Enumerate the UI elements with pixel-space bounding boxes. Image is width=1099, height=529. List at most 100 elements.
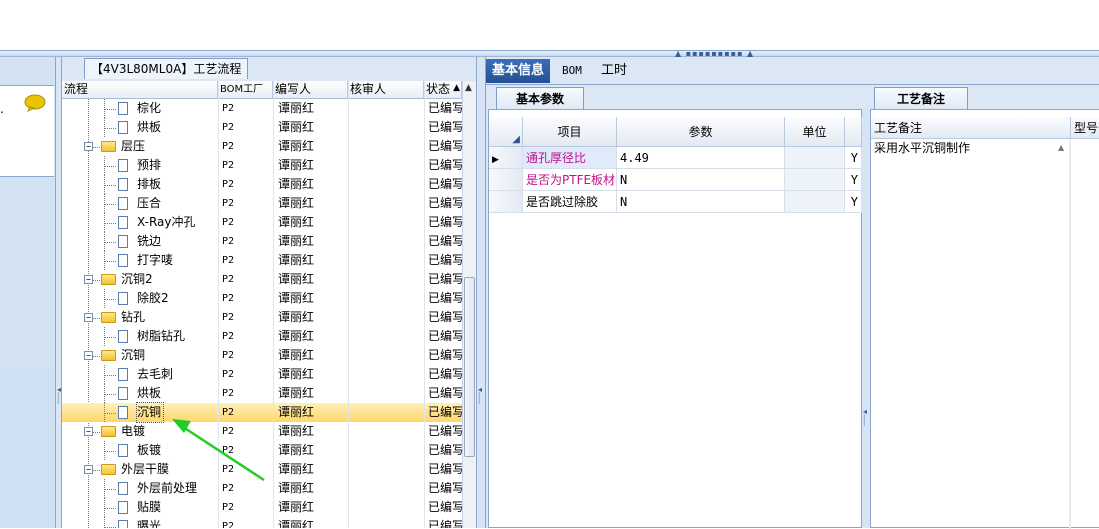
params-unit-cell[interactable] [785,169,845,191]
tree-column-0[interactable]: 流程 [62,81,218,98]
expand-icon[interactable]: − [84,275,93,284]
scroll-thumb[interactable] [464,277,475,457]
tree-row[interactable]: 烘板 P2 谭丽红 已编写 [62,118,462,137]
tab-basic-params[interactable]: 基本参数 [496,87,584,109]
tree-node-label[interactable]: 棕化 [137,99,217,118]
params-flag-cell[interactable]: Y [845,147,862,169]
tree-node-label[interactable]: 烘板 [137,384,217,403]
expand-icon[interactable]: − [84,142,93,151]
tab-bom[interactable]: BOM [556,59,588,83]
row-header[interactable] [489,169,523,191]
splitter-grip-icon[interactable]: ◂ ⁝ ⁝ [57,386,61,406]
tab-work-hours[interactable]: 工时 [595,59,633,83]
tree-node-label[interactable]: 板镀 [137,441,217,460]
bom-cell: P2 [222,122,235,133]
tab-basic-info[interactable]: 基本信息 [486,59,551,83]
tree-row[interactable]: − 外层干膜 P2 谭丽红 已编写 [62,460,462,479]
expand-icon[interactable]: − [84,351,93,360]
tree-row[interactable]: 铣边 P2 谭丽红 已编写 [62,232,462,251]
tree-node-label[interactable]: X-Ray冲孔 [137,213,217,232]
tree-row[interactable]: 板镀 P2 谭丽红 已编写 [62,441,462,460]
tree-row[interactable]: − 电镀 P2 谭丽红 已编写 [62,422,462,441]
tree-row[interactable]: 沉铜 P2 谭丽红 已编写 [62,402,462,423]
middle-vertical-splitter[interactable]: ◂ ⁝ ⁝ [476,57,486,528]
params-item-cell[interactable]: 通孔厚径比 [523,147,617,169]
expand-icon[interactable]: − [84,313,93,322]
params-item-cell[interactable]: 是否为PTFE板材 [523,169,617,191]
params-flag-cell[interactable]: Y [845,169,862,191]
tree-row[interactable]: 烘板 P2 谭丽红 已编写 [62,384,462,403]
expand-icon[interactable]: − [84,465,93,474]
params-header-0[interactable]: 项目 [523,117,617,147]
left-edge-mark: . [0,102,4,116]
tab-process-remarks[interactable]: 工艺备注 [874,87,968,109]
grid-corner[interactable]: ◢ [489,117,523,147]
tree-scrollbar[interactable]: ▲ [462,81,476,528]
reviewer-cell [352,441,404,460]
params-value-cell[interactable]: 4.49 [617,147,785,169]
tree-column-2[interactable]: 编写人 [273,81,348,98]
tree-row[interactable]: − 沉铜2 P2 谭丽红 已编写 [62,270,462,289]
tree-node-label[interactable]: 烘板 [137,118,217,137]
tree-row[interactable]: − 钻孔 P2 谭丽红 已编写 [62,308,462,327]
writer-cell: 谭丽红 [278,234,315,248]
params-header-1[interactable]: 参数 [617,117,785,147]
tree-title-tab[interactable]: 【4V3L80ML0A】工艺流程 [84,58,249,79]
tree-node-label[interactable]: 树脂钻孔 [137,327,217,346]
tree-node-label[interactable]: 除胶2 [137,289,217,308]
tree-node-label[interactable]: 沉铜 [135,402,165,423]
tree-node-label[interactable]: 曝光 [137,517,217,528]
tree-row[interactable]: 排板 P2 谭丽红 已编写 [62,175,462,194]
tree-row[interactable]: 压合 P2 谭丽红 已编写 [62,194,462,213]
tree-node-label[interactable]: 打字唛 [137,251,217,270]
tree-node-label[interactable]: 预排 [137,156,217,175]
tree-row[interactable]: − 沉铜 P2 谭丽红 已编写 [62,346,462,365]
tree-node-label[interactable]: 铣边 [137,232,217,251]
tree-node-label[interactable]: 去毛刺 [137,365,217,384]
tree-node-label[interactable]: 电镀 [121,422,217,441]
tree-row[interactable]: 除胶2 P2 谭丽红 已编写 [62,289,462,308]
sort-arrow-icon[interactable]: ▲ [453,83,460,93]
params-value-cell[interactable]: N [617,191,785,213]
tree-node-label[interactable]: 贴膜 [137,498,217,517]
scroll-up-icon[interactable]: ▲ [465,83,472,93]
scroll-up-icon[interactable]: ▲ [1058,143,1064,152]
remarks-header: 工艺备注 [871,117,1071,139]
tree-row[interactable]: 外层前处理 P2 谭丽红 已编写 [62,479,462,498]
tree-node-label[interactable]: 压合 [137,194,217,213]
tree-node-label[interactable]: 沉铜 [121,346,217,365]
tree-row[interactable]: 去毛刺 P2 谭丽红 已编写 [62,365,462,384]
row-header[interactable] [489,191,523,213]
splitter-grip-icon[interactable]: ◂ ⁝ ⁝ [478,386,482,406]
horizontal-splitter[interactable]: ▲ ▪▪▪▪▪▪▪▪▪ ▲ [0,50,1099,58]
tree-node-label[interactable]: 外层前处理 [137,479,217,498]
remarks-text[interactable]: 采用水平沉铜制作 [874,139,970,156]
params-flag-cell[interactable]: Y [845,191,862,213]
tree-row[interactable]: 曝光 P2 谭丽红 已编写 [62,517,462,528]
tree-row[interactable]: 打字唛 P2 谭丽红 已编写 [62,251,462,270]
tree-column-3[interactable]: 核审人 [348,81,424,98]
tree-row[interactable]: X-Ray冲孔 P2 谭丽红 已编写 [62,213,462,232]
tree-node-label[interactable]: 外层干膜 [121,460,217,479]
tree-node-label[interactable]: 排板 [137,175,217,194]
tree-node-label[interactable]: 层压 [121,137,217,156]
tree-row[interactable]: 预排 P2 谭丽红 已编写 [62,156,462,175]
tree-column-1[interactable]: BOM工厂 [218,81,273,98]
row-header[interactable]: ▶ [489,147,523,169]
tree-row[interactable]: 贴膜 P2 谭丽红 已编写 [62,498,462,517]
splitter-grip-icon[interactable]: ◂ ⁝ ⁝ [863,408,867,428]
params-unit-cell[interactable] [785,147,845,169]
params-unit-cell[interactable] [785,191,845,213]
tree-row[interactable]: − 层压 P2 谭丽红 已编写 [62,137,462,156]
top-blank-area [0,0,1099,50]
params-item-cell[interactable]: 是否跳过除胶 [523,191,617,213]
expand-icon[interactable]: − [84,427,93,436]
params-value-cell[interactable]: N [617,169,785,191]
tree-node-label[interactable]: 沉铜2 [121,270,217,289]
right-splitter[interactable]: ◂ ⁝ ⁝ [862,109,870,528]
params-header-2[interactable]: 单位 [785,117,845,147]
tree-row[interactable]: 树脂钻孔 P2 谭丽红 已编写 [62,327,462,346]
tree-node-label[interactable]: 钻孔 [121,308,217,327]
chat-bubble-icon[interactable] [24,94,46,112]
tree-row[interactable]: 棕化 P2 谭丽红 已编写 [62,99,462,118]
